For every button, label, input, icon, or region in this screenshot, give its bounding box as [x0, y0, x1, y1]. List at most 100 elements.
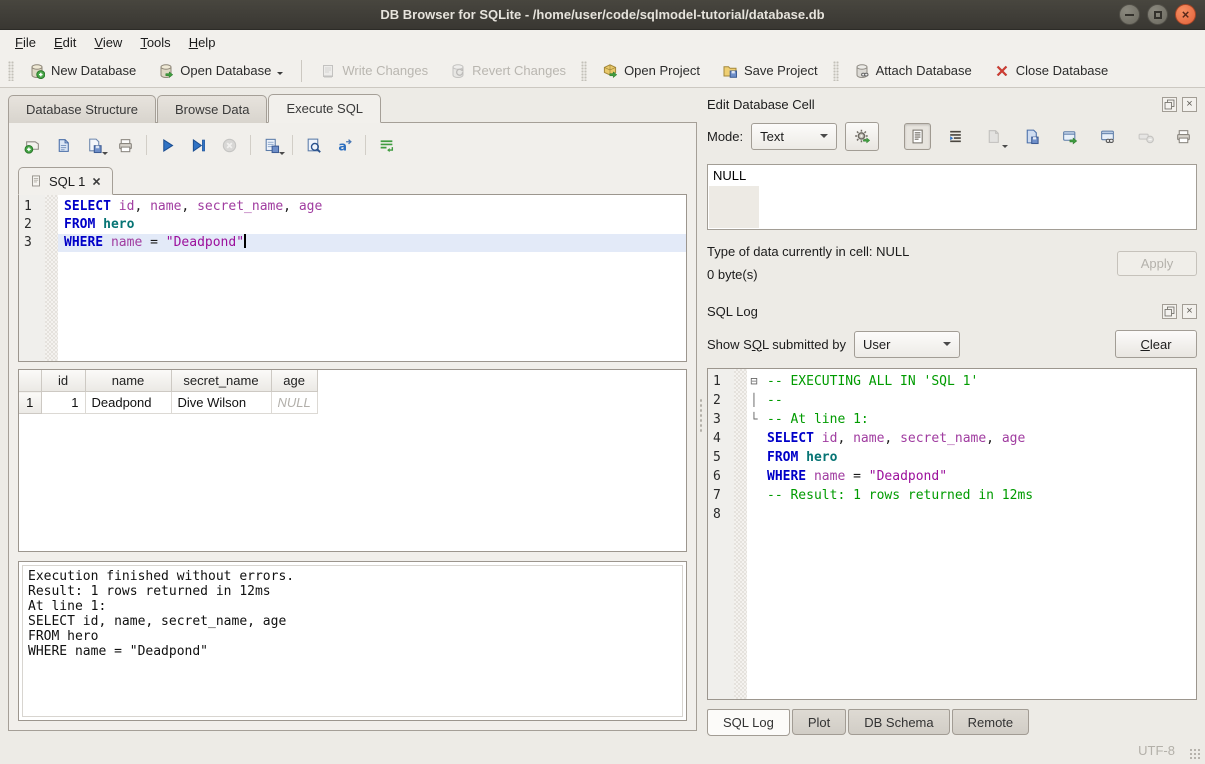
open-database-button[interactable]: Open Database	[153, 59, 288, 83]
format-sql-button[interactable]: a	[332, 133, 357, 157]
save-results-button[interactable]	[259, 133, 284, 157]
toolbar-grip[interactable]	[833, 61, 839, 81]
external-icon	[1061, 128, 1078, 145]
close-button[interactable]: ×	[1175, 4, 1196, 25]
new-tab-button[interactable]	[20, 133, 45, 157]
menu-item-help[interactable]: Help	[180, 32, 225, 53]
line-number: 2	[708, 391, 734, 410]
save-sql-file-button[interactable]	[82, 133, 107, 157]
auto-apply-button[interactable]	[845, 122, 879, 151]
attach-database-icon	[854, 63, 870, 79]
code-line[interactable]: 8	[708, 505, 1196, 524]
menu-item-view[interactable]: View	[85, 32, 131, 53]
sql-log-filter-row: Show SQL submitted by User Clear	[707, 329, 1197, 359]
close-sql-tab-button[interactable]	[91, 176, 102, 187]
tab-database-structure[interactable]: Database Structure	[8, 95, 156, 123]
text-cursor	[244, 234, 246, 248]
cell[interactable]: NULL	[271, 392, 317, 414]
vertical-splitter[interactable]	[697, 94, 705, 736]
sql-editor[interactable]: 1SELECT id, name, secret_name, age2FROM …	[18, 194, 687, 362]
column-header-age[interactable]: age	[271, 370, 317, 392]
word-wrap-cell-button[interactable]	[942, 123, 969, 150]
float-dock-button[interactable]	[1162, 304, 1177, 319]
code-line[interactable]: 1SELECT id, name, secret_name, age	[19, 198, 686, 216]
new-database-icon	[29, 63, 45, 79]
dropdown-arrow-icon[interactable]	[1002, 145, 1008, 151]
code-line[interactable]: 3└-- At line 1:	[708, 410, 1196, 429]
open-project-button[interactable]: Open Project	[597, 59, 705, 83]
print-button[interactable]	[113, 133, 138, 157]
stop-icon	[221, 137, 238, 154]
cell[interactable]: Dive Wilson	[171, 392, 271, 414]
clear-log-button[interactable]: Clear	[1115, 330, 1197, 358]
toolbar-grip[interactable]	[581, 61, 587, 81]
close-database-button[interactable]: Close Database	[989, 59, 1114, 83]
copy-link-button[interactable]	[1094, 123, 1121, 150]
code-line[interactable]: 4SELECT id, name, secret_name, age	[708, 429, 1196, 448]
fold-marker-icon[interactable]: └	[747, 410, 761, 429]
open-external-button[interactable]	[1056, 123, 1083, 150]
execute-all-button[interactable]	[155, 133, 180, 157]
attach-database-button[interactable]: Attach Database	[849, 59, 977, 83]
menu-item-tools[interactable]: Tools	[131, 32, 179, 53]
code-line[interactable]: 2FROM hero	[19, 216, 686, 234]
dropdown-arrow-icon[interactable]	[102, 152, 108, 158]
export-icon	[1023, 128, 1040, 145]
export-data-button[interactable]	[1018, 123, 1045, 150]
cell[interactable]: Deadpond	[85, 392, 171, 414]
code-line[interactable]: 3WHERE name = "Deadpond"	[19, 234, 686, 252]
text-mode-button[interactable]	[904, 123, 931, 150]
dock-tab-plot[interactable]: Plot	[792, 709, 846, 735]
dock-tab-sql-log[interactable]: SQL Log	[707, 709, 790, 736]
minimize-button[interactable]	[1119, 4, 1140, 25]
import-data-button[interactable]	[980, 123, 1007, 150]
revert-changes-button[interactable]: Revert Changes	[445, 59, 571, 83]
dropdown-arrow-icon[interactable]	[277, 72, 283, 78]
menu-item-file[interactable]: File	[6, 32, 45, 53]
close-dock-button[interactable]: ×	[1182, 304, 1197, 319]
apply-button[interactable]: Apply	[1117, 251, 1197, 276]
sql-log-view[interactable]: 1⊟-- EXECUTING ALL IN 'SQL 1'2│--3└-- At…	[707, 368, 1197, 700]
save-project-button[interactable]: Save Project	[717, 59, 823, 83]
close-tab-icon	[91, 176, 102, 187]
close-dock-button[interactable]: ×	[1182, 97, 1197, 112]
code-line[interactable]: 5FROM hero	[708, 448, 1196, 467]
cell[interactable]: 1	[41, 392, 85, 414]
fold-marker-icon[interactable]: │	[747, 391, 761, 410]
code-line[interactable]: 6WHERE name = "Deadpond"	[708, 467, 1196, 486]
column-header-name[interactable]: name	[85, 370, 171, 392]
titlebar[interactable]: DB Browser for SQLite - /home/user/code/…	[0, 0, 1205, 30]
menu-item-edit[interactable]: Edit	[45, 32, 85, 53]
cell-mode-row: Mode: Text	[707, 121, 1197, 151]
tab-browse-data[interactable]: Browse Data	[157, 95, 267, 123]
float-dock-button[interactable]	[1162, 97, 1177, 112]
fold-marker-icon[interactable]: ⊟	[747, 372, 761, 391]
tab-execute-sql[interactable]: Execute SQL	[268, 94, 381, 123]
maximize-button[interactable]	[1147, 4, 1168, 25]
print-cell-button[interactable]	[1170, 123, 1197, 150]
find-button[interactable]	[301, 133, 326, 157]
fold-margin	[734, 429, 747, 448]
write-changes-button[interactable]: Write Changes	[315, 59, 433, 83]
toolbar-grip[interactable]	[8, 61, 14, 81]
code-line[interactable]: 1⊟-- EXECUTING ALL IN 'SQL 1'	[708, 372, 1196, 391]
cell-value-editor[interactable]: NULL	[707, 164, 1197, 230]
sql-editor-tab[interactable]: SQL 1	[18, 167, 113, 195]
resize-grip[interactable]	[1189, 748, 1201, 760]
new-database-button[interactable]: New Database	[24, 59, 141, 83]
dock-tab-db-schema[interactable]: DB Schema	[848, 709, 949, 735]
mode-select[interactable]: Text	[751, 123, 837, 150]
set-null-button[interactable]	[1132, 123, 1159, 150]
row-header[interactable]: 1	[19, 392, 41, 414]
submitter-select[interactable]: User	[854, 331, 960, 358]
open-sql-file-button[interactable]	[51, 133, 76, 157]
stop-button[interactable]	[217, 133, 242, 157]
code-line[interactable]: 7-- Result: 1 rows returned in 12ms	[708, 486, 1196, 505]
execute-line-button[interactable]	[186, 133, 211, 157]
column-header-id[interactable]: id	[41, 370, 85, 392]
dock-tab-remote[interactable]: Remote	[952, 709, 1030, 735]
dropdown-arrow-icon[interactable]	[279, 152, 285, 158]
column-header-secret-name[interactable]: secret_name	[171, 370, 271, 392]
code-line[interactable]: 2│--	[708, 391, 1196, 410]
word-wrap-button[interactable]	[374, 133, 399, 157]
